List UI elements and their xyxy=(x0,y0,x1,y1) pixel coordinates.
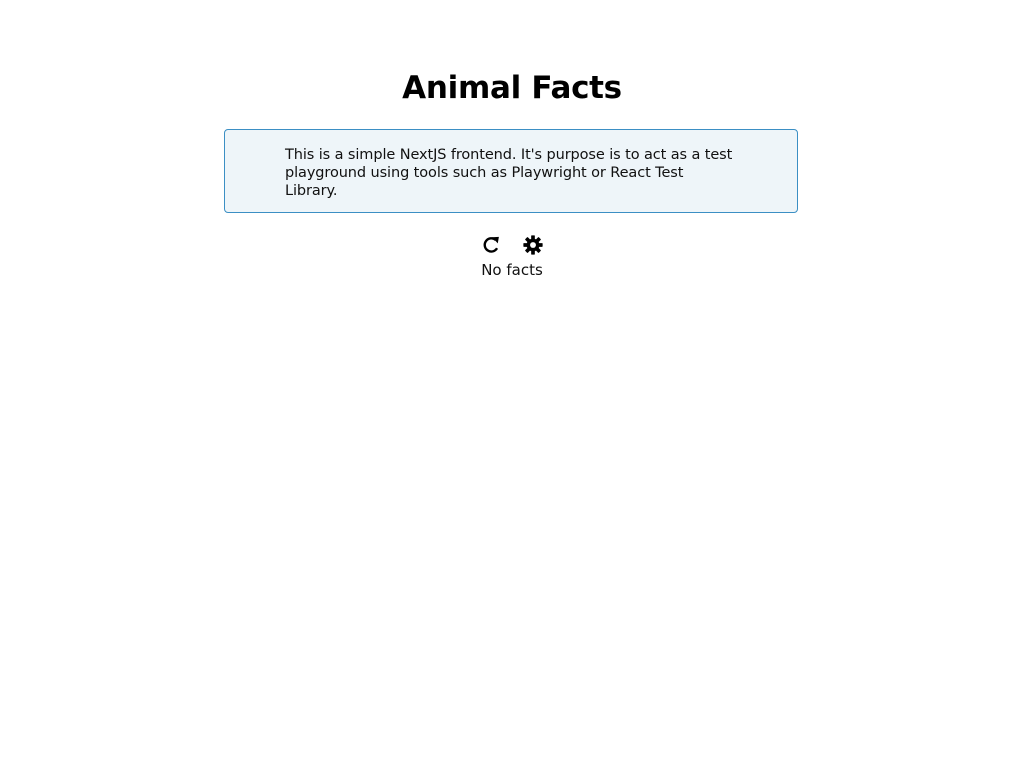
page-title: Animal Facts xyxy=(402,70,622,106)
settings-button[interactable] xyxy=(521,233,545,257)
refresh-button[interactable] xyxy=(479,233,503,257)
info-box: This is a simple NextJS frontend. It's p… xyxy=(224,129,798,213)
no-facts-message: No facts xyxy=(481,261,543,279)
app-page: Animal Facts This is a simple NextJS fro… xyxy=(0,0,1024,768)
facts-toolbar xyxy=(0,231,1024,259)
info-text: This is a simple NextJS frontend. It's p… xyxy=(285,147,733,199)
gear-icon xyxy=(522,234,544,256)
refresh-icon xyxy=(480,234,502,256)
